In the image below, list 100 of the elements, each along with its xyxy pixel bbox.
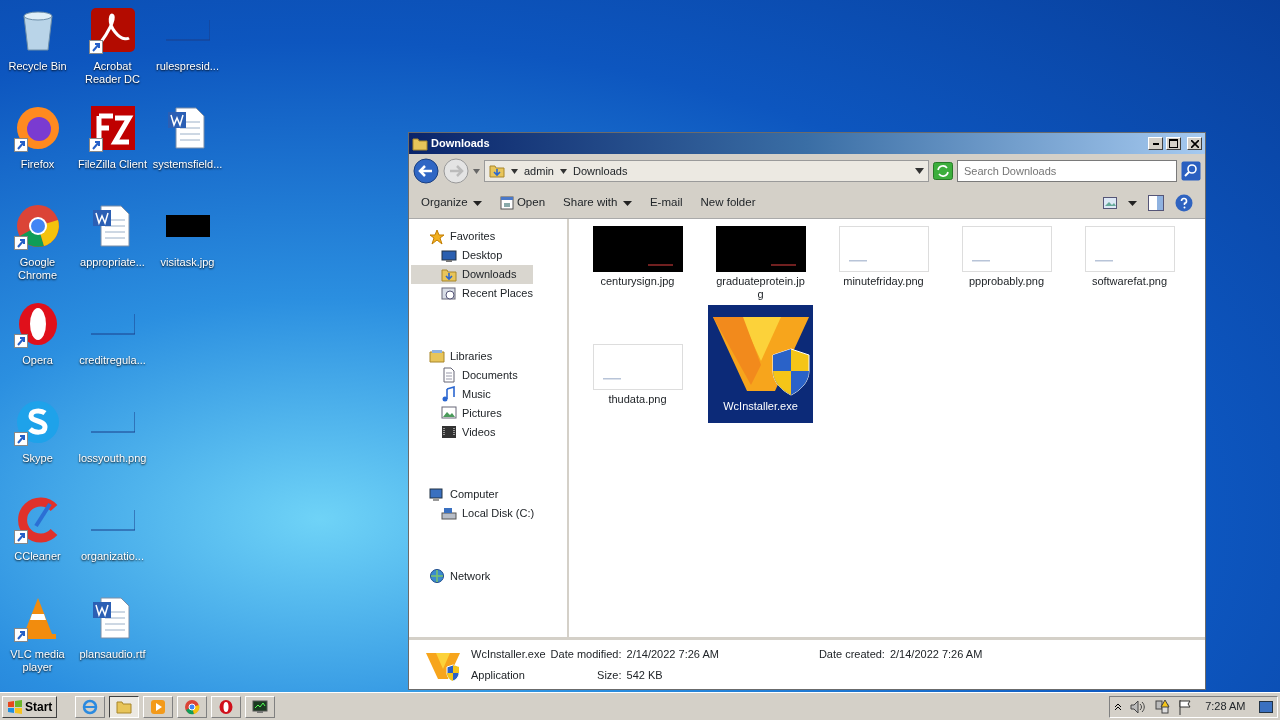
pictures-icon xyxy=(441,405,457,421)
navigation-item[interactable]: Pictures xyxy=(411,403,518,423)
file-type: Application xyxy=(471,668,526,683)
chevron-icon xyxy=(511,168,518,174)
view-icon[interactable] xyxy=(1103,197,1117,209)
file-item[interactable]: minutefriday.png xyxy=(831,225,936,305)
desktop-icon-label[interactable]: Acrobat Reader DC xyxy=(75,60,150,86)
file-item[interactable]: softwarefat.png xyxy=(1077,225,1182,305)
speaker-icon xyxy=(1129,699,1146,714)
minimize-button[interactable] xyxy=(1148,137,1164,150)
image-thumbnail-icon xyxy=(592,226,683,272)
image-thumbnail-icon xyxy=(838,226,929,272)
file-name: WcInstaller.exe xyxy=(471,646,546,662)
window-title: Downloads xyxy=(431,136,490,152)
computer-icon xyxy=(429,486,445,503)
media-player-icon xyxy=(150,698,167,715)
breadcrumb-item[interactable]: admin xyxy=(524,162,554,180)
navigation-item[interactable]: Downloads xyxy=(411,265,533,284)
acrobat-icon xyxy=(88,6,137,54)
desktop-icon-label[interactable]: FileZilla Client xyxy=(75,158,150,171)
close-button[interactable] xyxy=(1187,137,1202,150)
navigation-item[interactable]: Recent Places xyxy=(411,284,533,303)
navigation-item[interactable]: Network xyxy=(411,566,491,586)
folder-icon xyxy=(116,698,133,715)
toolbar-button[interactable]: Open xyxy=(500,194,546,212)
desktop-icon-label[interactable]: appropriate... xyxy=(75,256,150,269)
dropdown-caret-icon xyxy=(915,168,924,174)
music-icon xyxy=(441,386,457,402)
library-icon xyxy=(429,348,445,364)
navigation-item[interactable]: Favorites xyxy=(411,227,533,246)
file-item[interactable]: WcInstaller.exe xyxy=(708,305,813,423)
caret-icon xyxy=(622,200,632,206)
field-value: 2/14/2022 7:26 AM xyxy=(889,646,983,662)
document-icon xyxy=(441,367,457,383)
desktop-icon-label[interactable]: visitask.jpg xyxy=(150,256,225,269)
navigation-item[interactable]: Videos xyxy=(411,422,518,442)
navigation-item[interactable]: Documents xyxy=(411,365,518,385)
desktop-icon-label[interactable]: Recycle Bin xyxy=(0,60,75,73)
network-icon xyxy=(429,568,445,584)
windows-logo-icon xyxy=(7,699,23,714)
file-item[interactable]: graduateprotein.jpg xyxy=(708,225,813,305)
toolbar-button[interactable]: New folder xyxy=(700,194,756,212)
navigation-item[interactable]: Desktop xyxy=(411,246,533,265)
menu-button[interactable]: Share with xyxy=(563,194,632,212)
folder-icon xyxy=(412,135,428,152)
image-thumbnail-icon xyxy=(715,226,806,272)
dropdown-caret-icon xyxy=(473,168,480,174)
taskbar-button[interactable] xyxy=(109,695,140,718)
navigation-item[interactable]: Music xyxy=(411,384,518,404)
videos-icon xyxy=(441,424,457,440)
image-thumbnail-icon xyxy=(592,344,683,390)
chrome-icon xyxy=(184,698,201,715)
toolbar-button[interactable]: E-mail xyxy=(649,194,683,212)
caret-icon xyxy=(473,200,483,206)
open-icon xyxy=(500,196,515,210)
desktop-icon-label[interactable]: Firefox xyxy=(0,158,75,171)
navigation-item[interactable]: Computer xyxy=(411,485,535,504)
desktop-icon-label[interactable]: systemsfield... xyxy=(150,158,225,171)
show-desktop-button[interactable] xyxy=(1259,700,1273,713)
monitor-icon xyxy=(252,698,269,715)
image-thumbnail-icon xyxy=(961,226,1052,272)
browser-icon xyxy=(82,698,99,715)
image-thumbnail-icon xyxy=(1084,226,1175,272)
maximize-icon xyxy=(1169,139,1179,148)
folder-icon xyxy=(489,163,505,179)
breadcrumb-item[interactable]: Downloads xyxy=(572,162,628,180)
close-icon xyxy=(1190,139,1199,148)
network-icon xyxy=(1153,698,1170,715)
field-label: Size: xyxy=(596,668,622,683)
flag-icon xyxy=(1177,698,1192,715)
clock[interactable]: 7:28 AM xyxy=(1205,698,1246,715)
refresh-button[interactable] xyxy=(933,162,953,180)
search-field[interactable]: Search Downloads xyxy=(957,160,1177,182)
opera-icon xyxy=(218,698,235,715)
download-icon xyxy=(441,266,457,283)
minimize-icon xyxy=(1152,142,1159,145)
star-icon xyxy=(429,228,445,245)
field-value: 542 KB xyxy=(626,668,664,683)
filezilla-icon xyxy=(88,104,137,152)
field-value: 2/14/2022 7:26 AM xyxy=(626,646,719,662)
maximize-button[interactable] xyxy=(1166,137,1182,150)
file-item[interactable]: ppprobably.png xyxy=(954,225,1059,305)
navigation-item[interactable]: Libraries xyxy=(411,346,518,366)
file-item[interactable]: centurysign.jpg xyxy=(585,225,690,305)
field-label: Date modified: xyxy=(550,646,622,662)
desktop-icon-label[interactable]: Google Chrome xyxy=(0,256,75,282)
caret-icon xyxy=(1128,200,1137,206)
navigation-item[interactable]: Local Disk (C:) xyxy=(411,504,535,523)
menu-button[interactable]: Organize xyxy=(421,194,483,212)
desktop-icon-label[interactable]: rulespresid... xyxy=(150,60,225,73)
help-icon xyxy=(1175,194,1193,212)
recent-icon xyxy=(441,285,457,302)
back-button[interactable] xyxy=(413,158,439,184)
search-button[interactable] xyxy=(1181,161,1201,181)
address-bar[interactable]: admin Downloads xyxy=(484,160,929,182)
file-item[interactable]: thudata.png xyxy=(585,305,690,423)
desktop-icon xyxy=(441,247,457,264)
chevron-icon xyxy=(559,168,567,174)
disk-icon xyxy=(441,505,457,522)
start-button[interactable]: Start xyxy=(2,695,58,718)
